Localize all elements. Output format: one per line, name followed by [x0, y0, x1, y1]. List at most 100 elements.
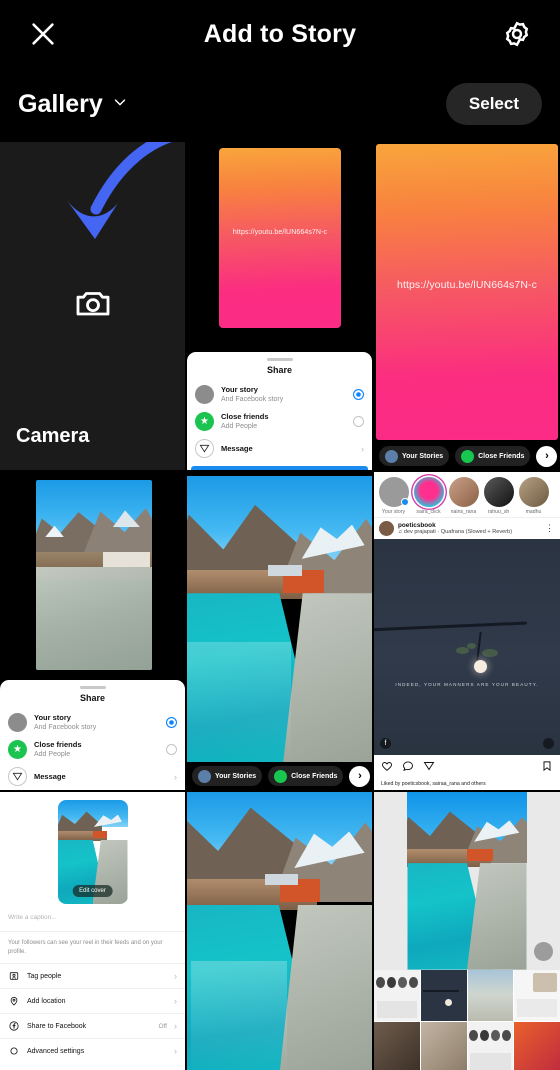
story-username: Your story: [381, 509, 406, 515]
close-friends-button[interactable]: Close Friends: [455, 446, 531, 466]
share-sheet-title: Share: [266, 365, 292, 375]
close-icon[interactable]: [22, 13, 64, 55]
story-avatar: [483, 477, 514, 507]
add-story-badge: [400, 498, 409, 506]
your-stories-button[interactable]: Your Stories: [192, 766, 263, 786]
picker-thumb[interactable]: [420, 1022, 467, 1070]
more-options-icon[interactable]: ⋮: [545, 523, 555, 534]
chevron-right-icon: ›: [174, 996, 177, 1007]
post-username[interactable]: poeticsbook: [398, 522, 541, 529]
radio-empty[interactable]: [353, 416, 364, 427]
chevron-right-icon: ›: [174, 771, 177, 782]
camera-tile[interactable]: Camera: [0, 142, 185, 470]
share-row-your-story[interactable]: Your story And Facebook story: [187, 381, 372, 408]
picker-thumb[interactable]: [467, 1022, 514, 1070]
media-tile-gradient-story-tall[interactable]: https://youtu.be/lUN664s7N-c Your Storie…: [374, 142, 560, 470]
picker-thumb[interactable]: [420, 969, 467, 1022]
avatar: [198, 769, 211, 783]
settings-gear-icon: [8, 1045, 20, 1057]
gallery-dropdown[interactable]: Gallery: [18, 90, 129, 119]
next-arrow-button[interactable]: ›: [536, 445, 558, 467]
share-sheet-screenshot: Share Your story And Facebook story ★ Cl…: [0, 680, 185, 790]
media-tile-river-valley-2[interactable]: [187, 792, 372, 1070]
next-arrow-button[interactable]: ›: [349, 765, 371, 787]
your-stories-button[interactable]: Your Stories: [379, 446, 450, 466]
picker-thumb[interactable]: [374, 1022, 420, 1070]
share-row-message[interactable]: Message ›: [187, 435, 372, 462]
reel-cover-thumb: Edit cover: [57, 800, 128, 904]
option-label: Share to Facebook: [27, 1022, 87, 1030]
select-button[interactable]: Select: [445, 83, 542, 125]
instagram-feed-screenshot: Your story saira_click nains_rana rahuu_…: [374, 472, 560, 790]
gallery-toolbar: Gallery Select: [0, 68, 560, 140]
post-audio-label: ♫ dev prajapati · Quafrana (Slowed + Rev…: [398, 529, 513, 535]
chevron-right-icon: ›: [174, 971, 177, 982]
radio-selected[interactable]: [166, 717, 177, 728]
radio-selected[interactable]: [353, 389, 364, 400]
chevron-down-icon: [111, 93, 129, 116]
option-tag-people[interactable]: Tag people ›: [0, 963, 185, 988]
post-action-bar: [374, 755, 560, 781]
chevron-right-icon: ›: [174, 1046, 177, 1057]
story-item[interactable]: saira_click: [413, 477, 444, 515]
option-label: Tag people: [27, 972, 62, 980]
option-add-location[interactable]: Add location ›: [0, 988, 185, 1013]
river-valley-photo: [187, 792, 372, 1070]
picker-thumb[interactable]: [514, 1022, 560, 1070]
media-tile-reel-share-screenshot[interactable]: Edit cover Write a caption... Your follo…: [0, 792, 185, 1070]
picker-thumb[interactable]: [514, 969, 560, 1022]
media-tile-feed-screenshot[interactable]: Your story saira_click nains_rana rahuu_…: [374, 472, 560, 790]
editor-canvas: [374, 792, 560, 970]
share-row-subtitle: And Facebook story: [221, 395, 284, 403]
share-row-title: Close friends: [34, 740, 82, 750]
close-friends-star-icon: [461, 449, 475, 463]
avatar: [195, 385, 214, 404]
media-tile-gradient-story[interactable]: https://youtu.be/lUN664s7N-c Share Your …: [187, 142, 372, 470]
share-row-close-friends[interactable]: ★ Close friends Add People: [0, 736, 185, 763]
story-username: rahuu_sh: [487, 509, 510, 515]
share-row-message[interactable]: Message ›: [0, 763, 185, 790]
share-primary-button[interactable]: [191, 466, 368, 470]
option-share-to-facebook[interactable]: Share to Facebook Off ›: [0, 1013, 185, 1038]
media-tile-editor-screenshot[interactable]: Liked by poeticsbook, sairaa_rana and ot…: [374, 792, 560, 1070]
story-item[interactable]: Your story: [378, 477, 409, 515]
avatar: [379, 521, 394, 536]
mute-icon[interactable]: [543, 738, 554, 749]
media-tile-riverbed-photo[interactable]: Share Your story And Facebook story ★ Cl…: [0, 472, 185, 790]
bookmark-icon[interactable]: [541, 759, 553, 777]
story-item[interactable]: rahuu_sh: [483, 477, 514, 515]
share-sheet-title: Share: [79, 693, 105, 703]
comment-bubble-icon[interactable]: [402, 759, 414, 777]
settings-gear-icon[interactable]: [496, 13, 538, 55]
story-item[interactable]: nains_rana: [448, 477, 479, 515]
share-paperplane-icon[interactable]: [423, 759, 435, 777]
gradient-story-preview-large: https://youtu.be/lUN664s7N-c: [376, 144, 558, 440]
share-row-title: Message: [221, 443, 253, 453]
avatar: [385, 449, 398, 463]
reel-share-screenshot: Edit cover Write a caption... Your follo…: [0, 792, 185, 1070]
caption-input[interactable]: Write a caption...: [0, 904, 185, 932]
like-heart-icon[interactable]: [381, 759, 393, 777]
picker-thumb[interactable]: [467, 969, 514, 1022]
story-audience-bar: Your Stories Close Friends ›: [187, 762, 372, 790]
media-tile-river-valley[interactable]: Your Stories Close Friends ›: [187, 472, 372, 790]
page-title: Add to Story: [203, 19, 357, 48]
option-advanced-settings[interactable]: Advanced settings ›: [0, 1038, 185, 1063]
sheet-grabber: [79, 686, 106, 689]
close-friends-star-icon: ★: [195, 412, 214, 431]
editor-action-button[interactable]: [534, 941, 553, 961]
story-item[interactable]: madhu: [518, 477, 549, 515]
radio-empty[interactable]: [166, 744, 177, 755]
share-row-close-friends[interactable]: ★ Close friends Add People: [187, 408, 372, 435]
picker-thumb[interactable]: [374, 969, 420, 1022]
story-username: nains_rana: [450, 509, 477, 515]
option-label: Add location: [27, 997, 66, 1005]
share-row-your-story[interactable]: Your story And Facebook story: [0, 709, 185, 736]
share-sheet-screenshot: Share Your story And Facebook story ★ Cl…: [187, 352, 372, 470]
story-avatar: [378, 477, 409, 507]
story-username: saira_click: [416, 509, 441, 515]
close-friends-button[interactable]: Close Friends: [268, 766, 344, 786]
edit-cover-button[interactable]: Edit cover: [72, 885, 113, 897]
share-row-subtitle: And Facebook story: [34, 723, 97, 731]
moon-graphic: [474, 659, 488, 673]
